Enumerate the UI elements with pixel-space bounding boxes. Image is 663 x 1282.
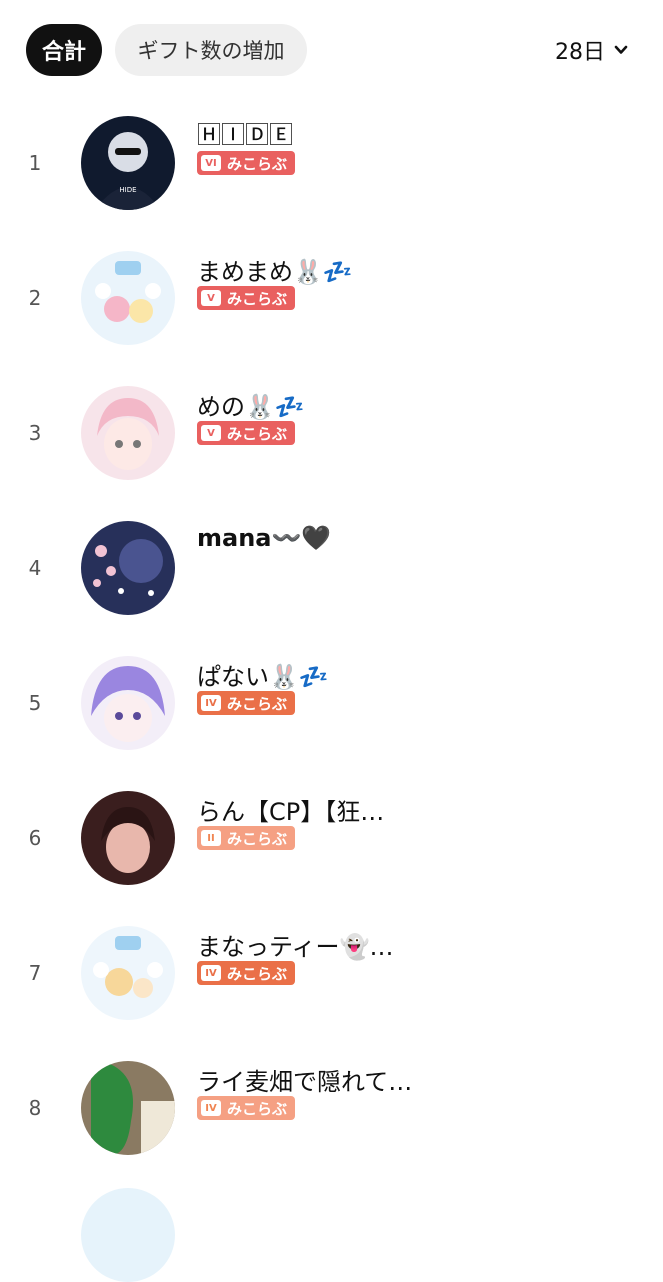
ranking-row[interactable]: 6 らん【CP】【狂… II みこらぶ [0, 770, 663, 905]
user-name: ぱない🐰💤 [197, 663, 329, 691]
avatar [81, 790, 175, 885]
badge-text: みこらぶ [227, 424, 288, 443]
avatar [81, 385, 175, 480]
heart-level-icon: V [201, 425, 221, 441]
ranking-row[interactable]: 1 HIDE 🄷🄸🄳🄴 VI みこらぶ [0, 95, 663, 230]
badge-text: みこらぶ [227, 154, 288, 173]
badge-text: みこらぶ [227, 694, 288, 713]
rank-number: 5 [28, 690, 42, 715]
rank-number: 6 [28, 825, 42, 850]
badge-text: みこらぶ [227, 1099, 288, 1118]
fan-badge: VI みこらぶ [197, 151, 296, 175]
user-name: めの🐰💤 [197, 393, 305, 421]
ranking-row[interactable]: 5 ぱない🐰💤 IV みこらぶ [0, 635, 663, 770]
fan-badge: II みこらぶ [197, 826, 296, 850]
badge-text: みこらぶ [227, 964, 288, 983]
user-name: まめまめ🐰💤 [197, 258, 353, 286]
user-name: mana〰️🖤 [197, 524, 332, 552]
svg-text:HIDE: HIDE [119, 186, 136, 194]
ranking-row[interactable]: 2 まめまめ🐰💤 V みこらぶ [0, 230, 663, 365]
avatar [81, 1060, 175, 1155]
ranking-row[interactable]: 4 mana〰️🖤 [0, 500, 663, 635]
tab-gift-increase[interactable]: ギフト数の増加 [115, 24, 307, 76]
rank-number: 3 [28, 420, 42, 445]
chevron-down-icon [614, 45, 628, 54]
rank-number: 8 [28, 1095, 42, 1120]
user-name: らん【CP】【狂… [197, 798, 385, 826]
heart-level-icon: IV [201, 1100, 221, 1116]
heart-level-icon: VI [201, 155, 221, 171]
rank-number: 2 [28, 285, 42, 310]
user-name: 🄷🄸🄳🄴 [197, 121, 293, 149]
rank-number: 1 [28, 150, 42, 175]
ranking-row[interactable]: 7 まなっティー👻… IV みこらぶ [0, 905, 663, 1040]
period-label: 28日 [555, 40, 605, 65]
badge-text: みこらぶ [227, 829, 288, 848]
fan-badge: V みこらぶ [197, 286, 296, 310]
fan-badge: IV みこらぶ [197, 691, 296, 715]
ranking-row[interactable]: 8 ライ麦畑で隠れて… IV みこらぶ [0, 1040, 663, 1175]
period-dropdown[interactable]: 28日 [555, 34, 629, 66]
heart-level-icon: IV [201, 695, 221, 711]
fan-badge: IV みこらぶ [197, 1096, 296, 1120]
avatar [81, 925, 175, 1020]
top-bar: 合計 ギフト数の増加 28日 [0, 0, 663, 100]
avatar [81, 655, 175, 750]
tab-total[interactable]: 合計 [26, 24, 102, 76]
rank-number: 7 [28, 960, 42, 985]
user-name: ライ麦畑で隠れて… [197, 1068, 413, 1096]
avatar [81, 250, 175, 345]
badge-text: みこらぶ [227, 289, 288, 308]
avatar [81, 1188, 175, 1282]
avatar: HIDE [81, 115, 175, 210]
rank-number: 4 [28, 555, 42, 580]
user-name: まなっティー👻… [197, 933, 394, 961]
heart-level-icon: V [201, 290, 221, 306]
ranking-row[interactable]: 3 めの🐰💤 V みこらぶ [0, 365, 663, 500]
heart-level-icon: II [201, 830, 221, 846]
fan-badge: IV みこらぶ [197, 961, 296, 985]
heart-level-icon: IV [201, 965, 221, 981]
avatar [81, 520, 175, 615]
fan-badge: V みこらぶ [197, 421, 296, 445]
